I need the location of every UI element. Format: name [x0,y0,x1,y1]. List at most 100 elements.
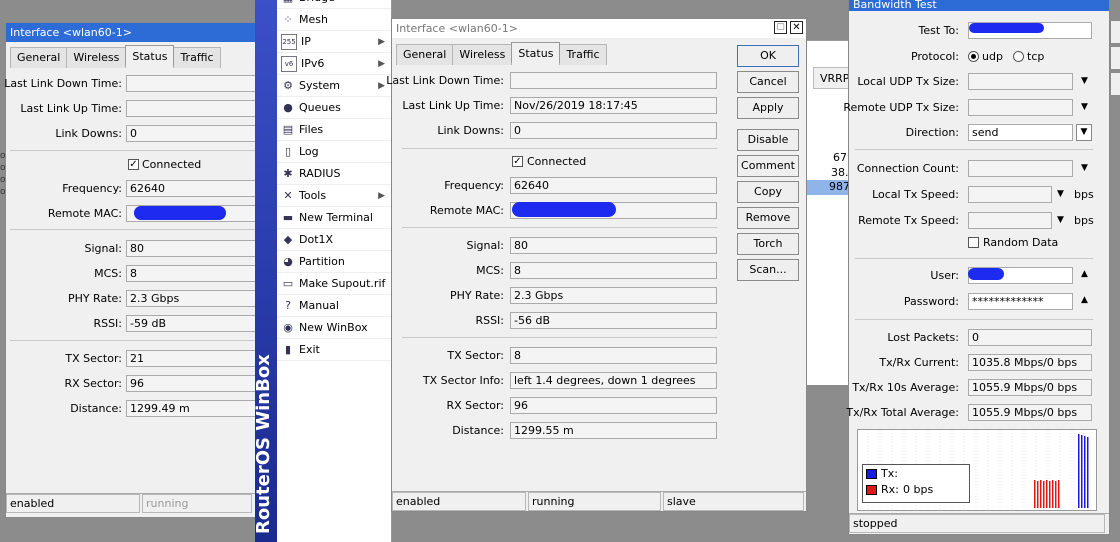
left-window-title[interactable]: Interface <wlan60-1> [6,23,256,42]
cancel-button[interactable]: Cancel [737,71,799,93]
frequency-field[interactable]: 62640 [510,177,717,194]
menu-item-new-terminal[interactable]: ▬ New Terminal [277,207,391,229]
menu-item-tools[interactable]: ✕ Tools ▶ [277,185,391,207]
tab-traffic[interactable]: Traffic [559,44,607,65]
bt-close-button[interactable] [1110,72,1120,96]
dropdown-arrow-icon[interactable]: ▼ [1081,102,1088,112]
last-link-up-field[interactable]: Nov/26/2019 18:17:45 [510,97,717,114]
menu-item-partition[interactable]: ◕ Partition [277,251,391,273]
menu-item-ipv6[interactable]: v6 IPv6 ▶ [277,53,391,75]
menu-item-bridge[interactable]: ▦ Bridge [277,0,391,9]
bt-stop-button[interactable] [1110,46,1120,70]
frequency-field[interactable]: 62640 [126,180,256,197]
legend-tx-label: Tx: [881,467,898,480]
connection-count-field[interactable] [968,160,1073,177]
rx-bar [1037,481,1039,508]
menu-item-queues[interactable]: ● Queues [277,97,391,119]
signal-field[interactable]: 80 [510,237,717,254]
connected-checkbox[interactable]: ✓ [128,159,139,170]
remote-udp-tx-size-field[interactable] [968,99,1073,116]
menu-item-system[interactable]: ⚙ System ▶ [277,75,391,97]
link-downs-field[interactable]: 0 [510,122,717,139]
txrx-10s-field[interactable]: 1055.9 Mbps/0 bps [968,379,1092,396]
dropdown-arrow-icon[interactable]: ▼ [1057,215,1064,225]
apply-button[interactable]: Apply [737,97,799,119]
menu-item-files[interactable]: ▤ Files [277,119,391,141]
ok-button[interactable]: OK [737,45,799,67]
column-header-vrrp[interactable]: VRRP [813,67,852,89]
submenu-arrow-icon: ▶ [378,59,385,69]
remote-tx-speed-field[interactable] [968,212,1052,229]
last-link-down-field[interactable] [510,72,717,89]
user-label: User: [930,269,959,282]
mcs-field[interactable]: 8 [126,265,256,282]
rx-sector-field[interactable]: 96 [510,397,717,414]
scan-button[interactable]: Scan... [737,259,799,281]
list-value-selected[interactable]: 987 [807,180,852,195]
menu-item-dot1x[interactable]: ◆ Dot1X [277,229,391,251]
comment-button[interactable]: Comment [737,155,799,177]
tab-wireless[interactable]: Wireless [452,44,513,65]
rssi-field[interactable]: -56 dB [510,312,717,329]
rssi-field[interactable]: -59 dB [126,315,256,332]
dropdown-up-arrow-icon[interactable]: ▲ [1081,269,1088,279]
last-link-down-field[interactable] [126,75,256,92]
menu-item-mesh[interactable]: ⁘ Mesh [277,9,391,31]
protocol-udp-radio[interactable] [968,51,979,62]
menu-item-exit[interactable]: ▮ Exit [277,339,391,361]
last-link-up-field[interactable] [126,100,256,117]
password-input[interactable]: ************* [968,293,1073,310]
random-data-checkbox[interactable] [968,237,979,248]
menu-item-radius[interactable]: ✱ RADIUS [277,163,391,185]
dropdown-arrow-icon[interactable]: ▼ [1057,189,1064,199]
tab-status[interactable]: Status [125,45,175,66]
menu-item-make-supout-rif[interactable]: ▭ Make Supout.rif [277,273,391,295]
lost-packets-field[interactable]: 0 [968,329,1092,346]
tx-sector-field[interactable]: 21 [126,350,256,367]
dropdown-arrow-icon[interactable]: ▼ [1081,163,1088,173]
direction-dropdown-icon[interactable]: ▼ [1076,124,1092,141]
tx-sector-info-field[interactable]: left 1.4 degrees, down 1 degrees [510,372,717,389]
dropdown-up-arrow-icon[interactable]: ▲ [1081,295,1088,305]
txrx-current-field[interactable]: 1035.8 Mbps/0 bps [968,354,1092,371]
txrx-total-field[interactable]: 1055.9 Mbps/0 bps [968,404,1092,421]
tab-general[interactable]: General [10,47,68,68]
local-tx-speed-field[interactable] [968,186,1052,203]
tab-general[interactable]: General [396,44,454,65]
phy-rate-field[interactable]: 2.3 Gbps [126,290,256,307]
mcs-field[interactable]: 8 [510,262,717,279]
menu-item-ip[interactable]: 255 IP ▶ [277,31,391,53]
tab-traffic[interactable]: Traffic [173,47,221,68]
phy-rate-field[interactable]: 2.3 Gbps [510,287,717,304]
remove-button[interactable]: Remove [737,207,799,229]
menu-item-new-winbox[interactable]: ◉ New WinBox [277,317,391,339]
tab-status[interactable]: Status [511,42,561,63]
distance-field[interactable]: 1299.49 m [126,400,256,417]
main-window-titlebar[interactable]: Interface <wlan60-1> ▢ ✕ [392,19,806,38]
restore-icon[interactable]: ▢ [774,21,787,34]
direction-select[interactable]: send [968,124,1073,141]
bandwidth-test-title[interactable]: Bandwidth Test [849,0,1109,11]
close-icon[interactable]: ✕ [790,21,803,34]
connected-checkbox[interactable]: ✓ [512,156,523,167]
separator [402,227,717,228]
distance-field[interactable]: 1299.55 m [510,422,717,439]
signal-field[interactable]: 80 [126,240,256,257]
tab-wireless[interactable]: Wireless [66,47,127,68]
link-downs-field[interactable]: 0 [126,125,256,142]
protocol-tcp-radio[interactable] [1013,51,1024,62]
bt-start-button[interactable] [1110,20,1120,44]
tx-sector-field[interactable]: 8 [510,347,717,364]
background-list-window: VRRP 67 38. 987 [807,40,852,385]
bt-statusbar: stopped [849,513,1109,533]
disable-button[interactable]: Disable [737,129,799,151]
menu-item-label: Exit [299,343,320,356]
rx-sector-field[interactable]: 96 [126,375,256,392]
redacted-mark [512,202,616,217]
menu-item-log[interactable]: ▯ Log [277,141,391,163]
copy-button[interactable]: Copy [737,181,799,203]
menu-item-manual[interactable]: ? Manual [277,295,391,317]
torch-button[interactable]: Torch [737,233,799,255]
dropdown-arrow-icon[interactable]: ▼ [1081,76,1088,86]
local-udp-tx-size-field[interactable] [968,73,1073,90]
